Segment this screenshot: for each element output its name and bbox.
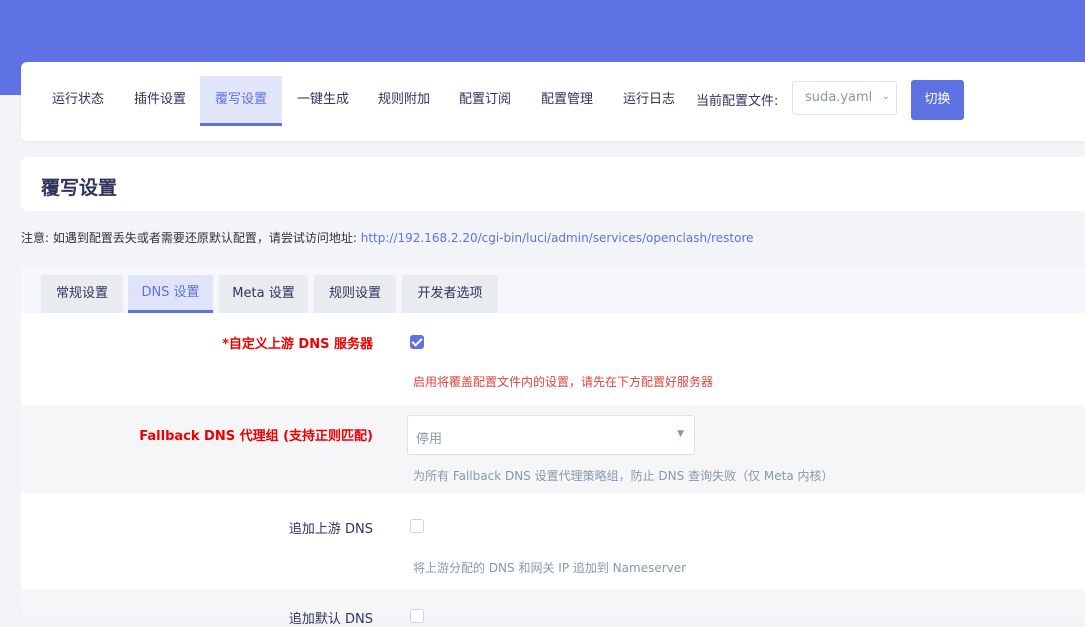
restore-notice: 注意: 如遇到配置丢失或者需要还原默认配置，请尝试访问地址: http://19…: [21, 229, 754, 246]
tab-meta[interactable]: Meta 设置: [219, 275, 308, 313]
append-default-dns-row: 追加默认 DNS: [21, 589, 1085, 627]
fallback-dns-label: Fallback DNS 代理组 (支持正则匹配): [139, 429, 373, 444]
fallback-dns-select[interactable]: 停用 ▼: [407, 415, 695, 455]
append-dns-label: 追加上游 DNS: [288, 522, 373, 537]
nav-tab-run-log[interactable]: 运行日志: [610, 76, 688, 126]
append-dns-desc: 将上游分配的 DNS 和网关 IP 追加到 Nameserver: [413, 561, 687, 575]
page-title: 覆写设置: [41, 177, 118, 199]
append-dns-row: 追加上游 DNS 将上游分配的 DNS 和网关 IP 追加到 Nameserve…: [21, 493, 1085, 589]
fallback-dns-row: Fallback DNS 代理组 (支持正则匹配) 停用 ▼ 为所有 Fallb…: [21, 405, 1085, 493]
chevron-down-icon: ⌄: [881, 91, 890, 102]
settings-panel: 常规设置 DNS 设置 Meta 设置 规则设置 开发者选项 *自定义上游 DN…: [21, 267, 1085, 627]
current-config-label: 当前配置文件:: [696, 94, 779, 109]
switch-button[interactable]: 切换: [911, 80, 964, 120]
nav-tab-config-manage[interactable]: 配置管理: [528, 76, 606, 126]
custom-dns-row: *自定义上游 DNS 服务器 启用将覆盖配置文件内的设置，请先在下方配置好服务器: [21, 313, 1085, 412]
caret-down-icon: ▼: [677, 429, 684, 439]
config-file-value: suda.yaml: [805, 90, 873, 105]
nav-tab-plugin-settings[interactable]: 插件设置: [121, 76, 199, 126]
nav-tab-override-settings[interactable]: 覆写设置: [200, 76, 282, 126]
nav-tab-one-click-generate[interactable]: 一键生成: [284, 76, 362, 126]
tab-rules[interactable]: 规则设置: [314, 275, 396, 313]
append-dns-checkbox[interactable]: [410, 519, 424, 533]
restore-link[interactable]: http://192.168.2.20/cgi-bin/luci/admin/s…: [361, 231, 754, 245]
custom-dns-label: *自定义上游 DNS 服务器: [222, 337, 373, 352]
append-default-dns-checkbox[interactable]: [410, 609, 424, 623]
nav-tab-config-subscribe[interactable]: 配置订阅: [446, 76, 524, 126]
append-default-dns-label: 追加默认 DNS: [288, 612, 373, 627]
nav-tab-rule-append[interactable]: 规则附加: [365, 76, 443, 126]
config-file-select[interactable]: suda.yaml ⌄: [792, 81, 897, 115]
custom-dns-desc: 启用将覆盖配置文件内的设置，请先在下方配置好服务器: [413, 375, 714, 389]
tab-general[interactable]: 常规设置: [41, 275, 123, 313]
custom-dns-checkbox[interactable]: [410, 335, 424, 349]
fallback-dns-value: 停用: [416, 432, 443, 447]
title-card: 覆写设置: [21, 157, 1085, 211]
settings-tabs: 常规设置 DNS 设置 Meta 设置 规则设置 开发者选项: [21, 267, 1085, 313]
nav-tab-status[interactable]: 运行状态: [39, 76, 117, 126]
fallback-dns-desc: 为所有 Fallback DNS 设置代理策略组，防止 DNS 查询失败（仅 M…: [413, 469, 834, 483]
restore-notice-text: 注意: 如遇到配置丢失或者需要还原默认配置，请尝试访问地址:: [21, 231, 361, 245]
tab-dns[interactable]: DNS 设置: [128, 275, 213, 313]
top-nav: 运行状态 插件设置 覆写设置 一键生成 规则附加 配置订阅 配置管理 运行日志 …: [21, 62, 1085, 141]
tab-developer[interactable]: 开发者选项: [402, 275, 498, 313]
